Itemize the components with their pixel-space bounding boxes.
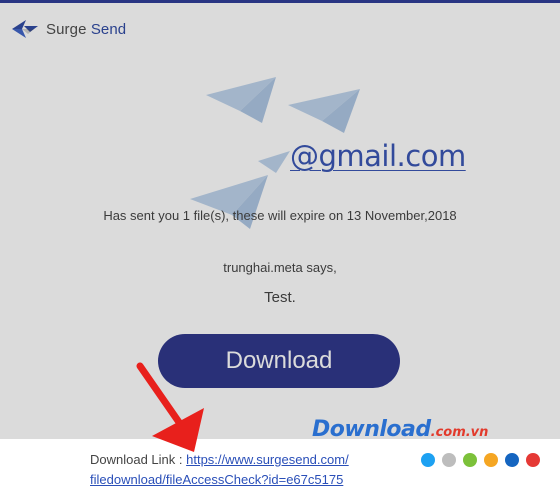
watermark-main-text: Download [312, 417, 431, 442]
recipient-email-link[interactable]: @gmail.com [290, 139, 466, 173]
watermark-dot [463, 453, 477, 467]
watermark-dot [505, 453, 519, 467]
watermark-dot [442, 453, 456, 467]
download-button[interactable]: Download [158, 334, 400, 388]
expiry-notice: Has sent you 1 file(s), these will expir… [103, 208, 457, 223]
sender-message: Test. [264, 289, 296, 306]
sender-says-label: trunghai.meta says, [223, 260, 337, 275]
watermark-dot [484, 453, 498, 467]
watermark-dot [421, 453, 435, 467]
watermark-dots [421, 453, 540, 467]
download-link-label: Download Link : [90, 452, 187, 467]
watermark-tld-text: .com.vn [430, 425, 489, 440]
surgesend-logo: Surge Send [10, 17, 126, 41]
download-link-text: Download Link : https://www.surgesend.co… [90, 450, 390, 490]
watermark-dot [526, 453, 540, 467]
download-link-url-line2[interactable]: filedownload/fileAccessCheck?id=e67c5175 [90, 472, 343, 487]
logo-surge-text: Surge [46, 20, 87, 38]
logo-send-text: Send [90, 20, 127, 38]
download-com-vn-watermark: Download.com.vn [312, 417, 488, 442]
surgesend-logo-icon [12, 20, 38, 38]
download-link-section: Download Link : https://www.surgesend.co… [0, 439, 560, 499]
download-link-url-line1[interactable]: https://www.surgesend.com/ [186, 452, 349, 467]
email-body: Surge Send @gmail.com Has sent you 1 fil… [0, 3, 560, 439]
